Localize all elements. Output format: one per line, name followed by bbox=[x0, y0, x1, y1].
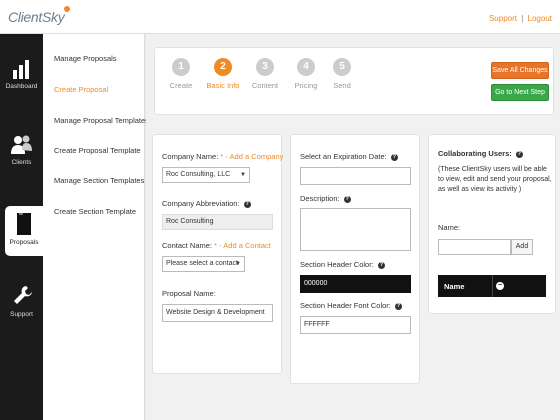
description-label: Description: ? bbox=[300, 194, 351, 203]
step-basic-info[interactable]: 2 Basic Info bbox=[203, 58, 243, 90]
details-panel: Select an Expiration Date: ? Description… bbox=[290, 134, 420, 384]
next-step-button[interactable]: Go to Next Step bbox=[491, 84, 549, 101]
expiration-date-label-text: Select an Expiration Date: bbox=[300, 152, 387, 161]
column-name: Name bbox=[444, 282, 465, 291]
step-bar: 1 Create 2 Basic Info 3 Content 4 Pricin… bbox=[154, 47, 554, 115]
logo[interactable]: ClientSky bbox=[8, 6, 71, 25]
collaborators-panel: Collaborating Users: ? (These ClientSky … bbox=[428, 134, 556, 314]
add-company-link[interactable]: - Add a Company bbox=[225, 152, 283, 161]
add-contact-link[interactable]: - Add a Contact bbox=[219, 241, 271, 250]
help-icon[interactable]: ? bbox=[343, 195, 351, 203]
section-header-color-field[interactable]: 000000 bbox=[300, 275, 411, 293]
company-abbrev-label-text: Company Abbreviation: bbox=[162, 199, 240, 208]
chevron-down-icon: ▼ bbox=[240, 172, 246, 178]
step-number: 5 bbox=[333, 58, 351, 76]
subnav-manage-proposals[interactable]: Manage Proposals bbox=[54, 54, 117, 63]
step-number: 3 bbox=[256, 58, 274, 76]
contact-select[interactable]: Please select a contact ▼ bbox=[162, 256, 245, 272]
nav-clients-label: Clients bbox=[11, 159, 32, 166]
chevron-down-icon: ▼ bbox=[235, 261, 241, 267]
top-links-separator: | bbox=[521, 14, 524, 23]
collaborating-users-label: Collaborating Users: ? bbox=[438, 149, 523, 158]
top-bar: ClientSky Support | Logout bbox=[0, 0, 560, 34]
logo-dot bbox=[64, 6, 71, 12]
collaborating-users-label-text: Collaborating Users: bbox=[438, 149, 512, 158]
users-icon bbox=[10, 135, 32, 154]
help-icon[interactable]: ? bbox=[515, 150, 523, 158]
subnav-create-proposal-template[interactable]: Create Proposal Template bbox=[54, 146, 141, 155]
contact-name-label: Contact Name: * - Add a Contact bbox=[162, 241, 271, 250]
collaborator-name-field[interactable] bbox=[438, 239, 511, 255]
support-link[interactable]: Support bbox=[489, 14, 517, 23]
step-label: Content bbox=[251, 81, 279, 90]
subnav-create-section-template[interactable]: Create Section Template bbox=[54, 207, 136, 216]
company-name-label: Company Name: * - Add a Company bbox=[162, 152, 283, 161]
step-label: Pricing bbox=[294, 81, 318, 90]
collaborator-name-label: Name: bbox=[438, 223, 461, 232]
nav-clients[interactable]: Clients bbox=[0, 134, 43, 178]
save-all-changes-button[interactable]: Save All Changes bbox=[491, 62, 549, 79]
step-create[interactable]: 1 Create bbox=[161, 58, 201, 90]
company-name-label-text: Company Name: bbox=[162, 152, 219, 161]
company-select-value: Roc Consulting, LLC bbox=[166, 171, 231, 178]
step-number: 1 bbox=[172, 58, 190, 76]
section-header-font-color-label-text: Section Header Font Color: bbox=[300, 301, 391, 310]
subnav-create-proposal[interactable]: Create Proposal bbox=[54, 85, 108, 94]
required-marker: * bbox=[214, 241, 218, 250]
section-header-font-color-field[interactable]: FFFFFF bbox=[300, 316, 411, 334]
nav-support[interactable]: Support bbox=[0, 284, 43, 328]
collaborators-note: (These ClientSky users will be able to v… bbox=[438, 166, 552, 193]
bar-chart-icon bbox=[12, 60, 29, 79]
description-label-text: Description: bbox=[300, 194, 340, 203]
proposals-subnav: Manage Proposals Create Proposal Manage … bbox=[43, 34, 149, 420]
help-icon[interactable]: ? bbox=[390, 153, 398, 161]
step-number: 2 bbox=[214, 58, 232, 76]
step-content[interactable]: 3 Content bbox=[245, 58, 285, 90]
step-label: Basic Info bbox=[206, 81, 240, 90]
help-icon[interactable]: ? bbox=[394, 302, 402, 310]
section-header-color-label: Section Header Color: ? bbox=[300, 260, 385, 269]
contact-select-value: Please select a contact bbox=[166, 260, 238, 267]
section-header-font-color-label: Section Header Font Color: ? bbox=[300, 301, 402, 310]
top-links: Support | Logout bbox=[489, 14, 552, 23]
step-pricing[interactable]: 4 Pricing bbox=[286, 58, 326, 90]
minus-circle-icon[interactable]: − bbox=[496, 282, 504, 290]
document-icon bbox=[17, 213, 31, 235]
proposal-name-field[interactable]: Website Design & Development bbox=[162, 304, 273, 322]
company-abbrev-label: Company Abbreviation: ? bbox=[162, 199, 251, 208]
nav-support-label: Support bbox=[10, 311, 33, 318]
step-label: Send bbox=[333, 81, 351, 90]
main-sidebar: Dashboard Clients Proposals Support bbox=[0, 34, 43, 420]
section-header-color-label-text: Section Header Color: bbox=[300, 260, 374, 269]
step-label: Create bbox=[169, 81, 193, 90]
subnav-manage-section-templates[interactable]: Manage Section Templates bbox=[54, 176, 144, 185]
wrench-icon bbox=[13, 286, 32, 304]
logout-link[interactable]: Logout bbox=[528, 14, 552, 23]
required-marker: * bbox=[220, 152, 224, 161]
column-divider bbox=[492, 275, 493, 297]
collaborators-table-header: Name − bbox=[438, 275, 546, 297]
help-icon[interactable]: ? bbox=[377, 261, 385, 269]
expiration-date-field[interactable] bbox=[300, 167, 411, 185]
add-collaborator-button[interactable]: Add bbox=[511, 239, 533, 255]
logo-text: ClientSky bbox=[8, 9, 65, 25]
nav-proposals[interactable]: Proposals bbox=[5, 206, 43, 256]
nav-dashboard-label: Dashboard bbox=[5, 83, 38, 90]
main-content: 1 Create 2 Basic Info 3 Content 4 Pricin… bbox=[146, 34, 560, 420]
company-panel: Company Name: * - Add a Company Roc Cons… bbox=[152, 134, 283, 374]
subnav-manage-proposal-templates[interactable]: Manage Proposal Templates bbox=[54, 116, 149, 125]
help-icon[interactable]: ? bbox=[243, 200, 251, 208]
company-select[interactable]: Roc Consulting, LLC ▼ bbox=[162, 167, 250, 183]
expiration-date-label: Select an Expiration Date: ? bbox=[300, 152, 398, 161]
company-abbrev-field: Roc Consulting bbox=[162, 214, 273, 230]
description-textarea[interactable] bbox=[300, 208, 411, 251]
nav-dashboard[interactable]: Dashboard bbox=[0, 58, 43, 102]
nav-proposals-label: Proposals bbox=[9, 239, 39, 246]
proposal-name-label: Proposal Name: bbox=[162, 289, 216, 298]
step-send[interactable]: 5 Send bbox=[322, 58, 362, 90]
contact-name-label-text: Contact Name: bbox=[162, 241, 213, 250]
step-number: 4 bbox=[297, 58, 315, 76]
